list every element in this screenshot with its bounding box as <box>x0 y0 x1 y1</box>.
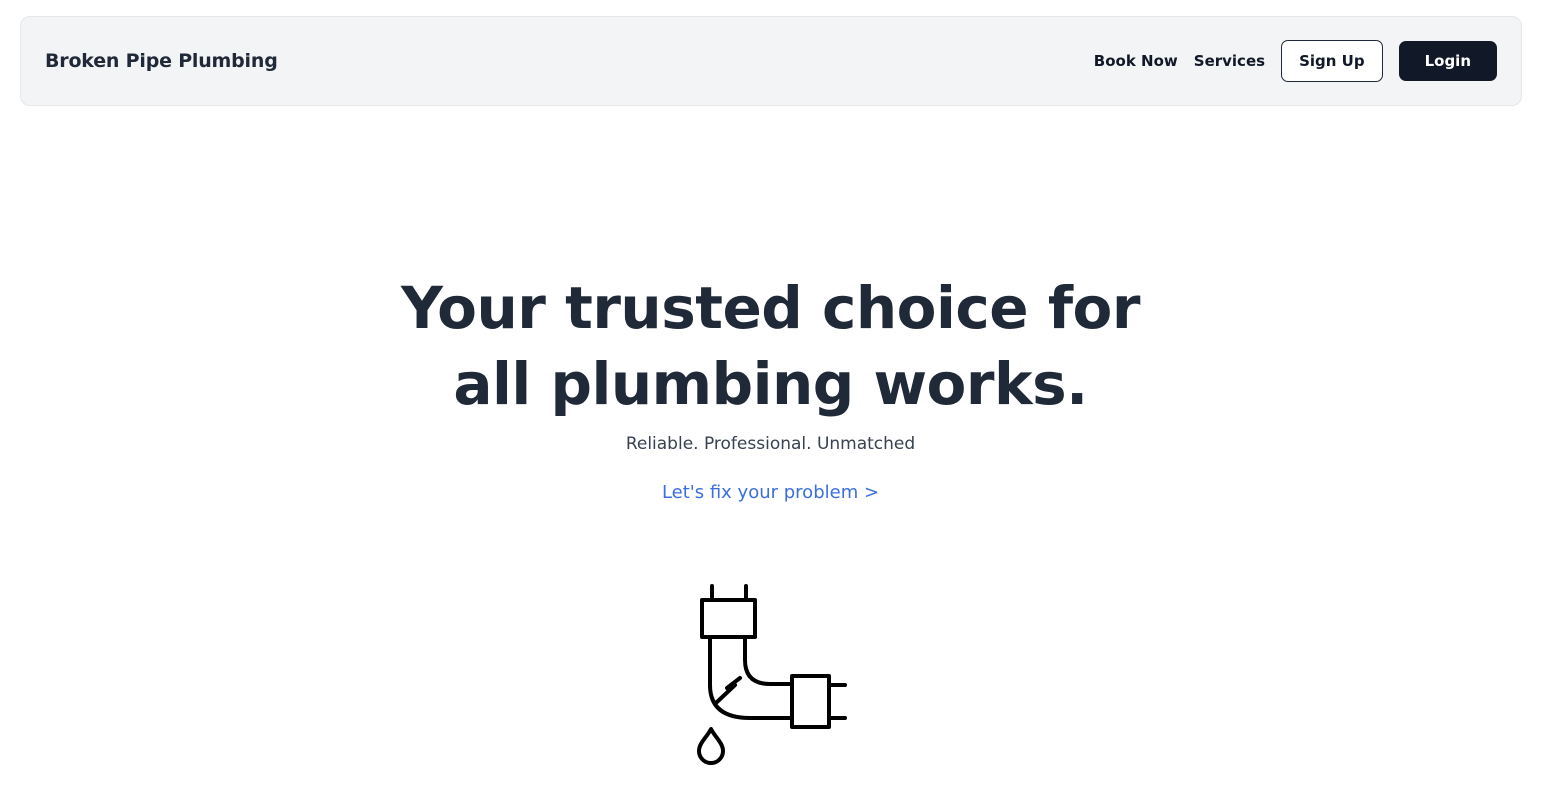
services-link[interactable]: Services <box>1194 52 1265 70</box>
broken-pipe-icon <box>690 580 860 770</box>
nav-menu: Book Now Services Sign Up Login <box>1078 40 1497 82</box>
navbar: Broken Pipe Plumbing Book Now Services S… <box>20 16 1522 106</box>
sign-up-button[interactable]: Sign Up <box>1281 40 1383 82</box>
brand-name[interactable]: Broken Pipe Plumbing <box>45 50 278 72</box>
hero-title: Your trusted choice for all plumbing wor… <box>400 274 1141 418</box>
login-button[interactable]: Login <box>1398 41 1497 81</box>
fix-problem-link[interactable]: Let's fix your problem > <box>662 482 879 503</box>
hero-section: Your trusted choice for all plumbing wor… <box>0 270 1541 503</box>
book-now-link[interactable]: Book Now <box>1094 52 1178 70</box>
hero-subtitle: Reliable. Professional. Unmatched <box>625 434 916 454</box>
